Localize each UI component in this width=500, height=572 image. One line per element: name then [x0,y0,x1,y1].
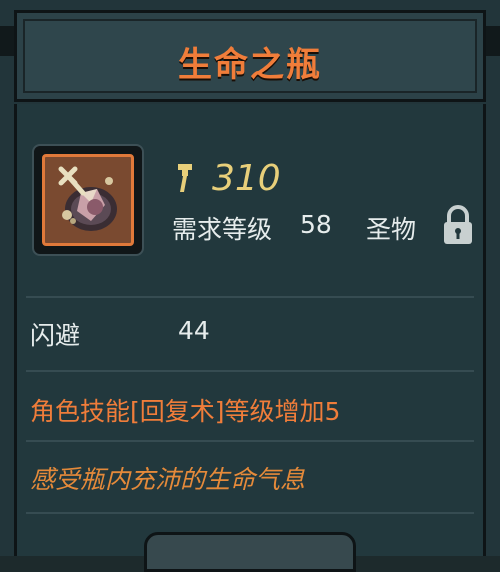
skill-effect: 角色技能[回复术]等级增加5 [30,397,341,426]
potion-bottle-icon [58,166,117,231]
item-slot-inner [42,154,134,246]
stat-value-evasion: 44 [178,316,210,345]
flavor-text: 感受瓶内充沛的生命气息 [30,465,306,494]
action-button[interactable] [144,532,356,572]
stat-name-evasion: 闪避 [30,321,81,350]
item-tooltip: 生命之瓶 310 需求等级 58 圣物 闪避 44 角色技能[回复术]等级增加5… [0,0,500,572]
power-value: 310 [212,158,281,199]
banner-notch-right [486,26,500,56]
divider-1 [26,296,474,298]
rarity-label: 圣物 [366,215,417,244]
divider-3 [26,440,474,442]
item-slot[interactable] [32,144,144,256]
padlock-icon[interactable] [440,204,476,246]
item-title: 生命之瓶 [178,45,322,85]
divider-4 [26,512,474,514]
sword-power-icon [178,164,192,192]
required-level-value: 58 [300,210,332,239]
required-level-label: 需求等级 [172,215,273,244]
banner-notch-left [0,26,14,56]
divider-2 [26,370,474,372]
title-banner: 生命之瓶 [14,10,486,102]
